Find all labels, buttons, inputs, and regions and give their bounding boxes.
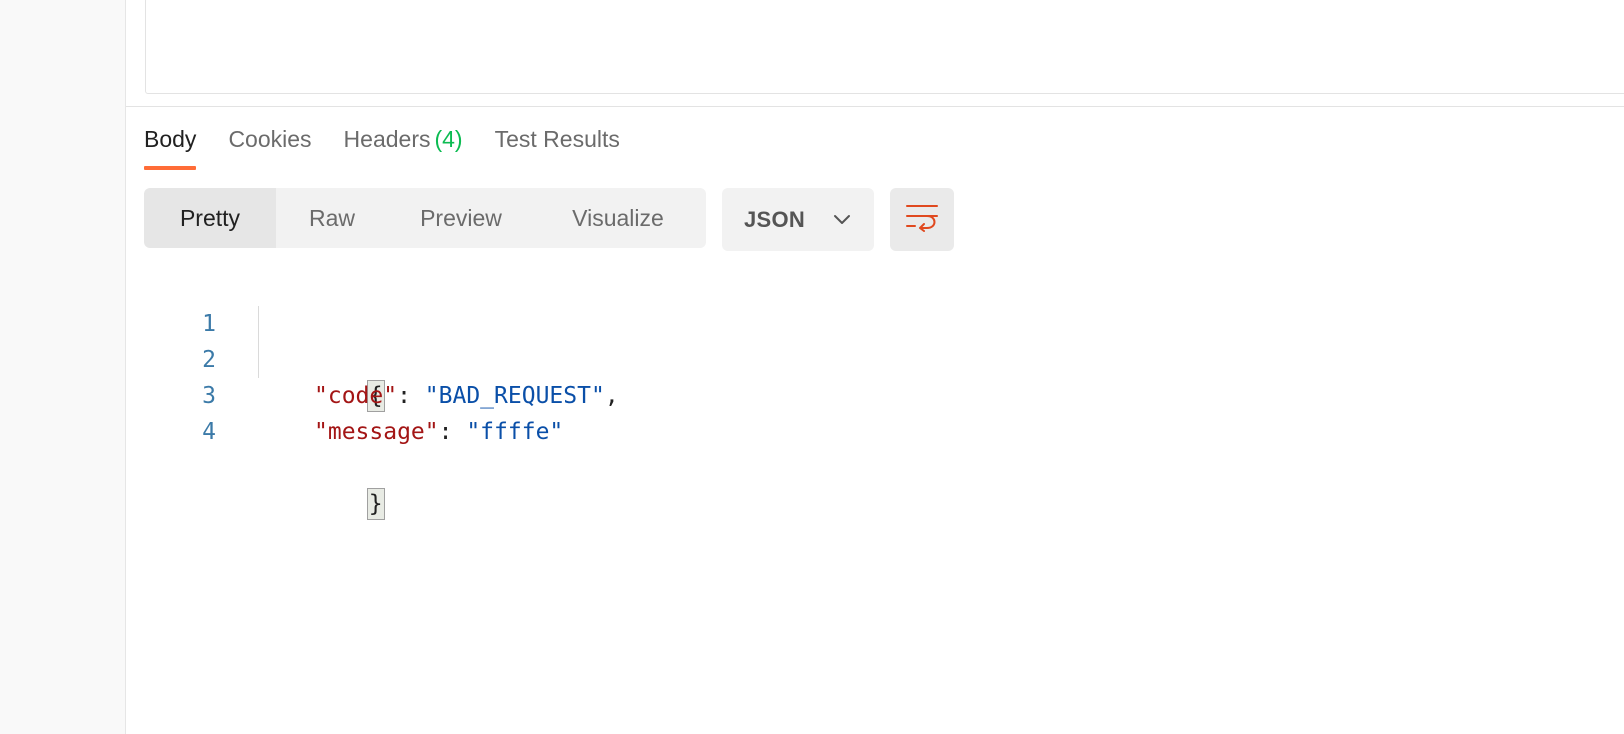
view-mode-segmented-control: Pretty Raw Preview Visualize — [144, 188, 706, 248]
wrap-lines-icon — [905, 202, 939, 237]
headers-count-badge: (4) — [434, 126, 463, 152]
response-tabs: Body Cookies Headers (4) Test Results — [144, 122, 652, 172]
code-content: "message": "ffffe" — [314, 414, 563, 450]
request-body-editor[interactable] — [145, 0, 1624, 94]
tab-cookies-label: Cookies — [228, 126, 312, 152]
format-dropdown[interactable]: JSON — [722, 188, 874, 251]
view-visualize-label: Visualize — [572, 204, 664, 231]
tab-cookies[interactable]: Cookies — [228, 122, 311, 168]
view-pretty-label: Pretty — [179, 204, 241, 231]
json-key: "message" — [314, 419, 439, 445]
view-visualize-button[interactable]: Visualize — [534, 188, 702, 248]
json-value: "ffffe" — [466, 419, 564, 445]
tab-test-results[interactable]: Test Results — [495, 122, 620, 168]
tab-body[interactable]: Body — [144, 122, 197, 170]
code-line: 2 "code": "BAD_REQUEST", — [144, 306, 1624, 409]
view-preview-label: Preview — [420, 204, 502, 231]
code-line: 1 { — [144, 270, 1624, 412]
tab-test-results-label: Test Results — [494, 126, 620, 152]
tab-headers-label: Headers — [343, 126, 431, 152]
code-line: 3 "message": "ffffe" — [144, 342, 1624, 445]
json-separator: : — [438, 419, 467, 445]
view-pretty-button[interactable]: Pretty — [144, 188, 276, 248]
code-line: 4 } — [144, 378, 1624, 520]
tab-body-label: Body — [144, 126, 197, 152]
view-raw-button[interactable]: Raw — [276, 188, 388, 248]
close-brace: } — [366, 488, 385, 520]
line-number: 4 — [202, 419, 216, 445]
pane-divider[interactable] — [126, 106, 1624, 107]
tab-headers[interactable]: Headers (4) — [344, 122, 463, 168]
code-content: } — [256, 450, 385, 558]
chevron-down-icon — [832, 210, 852, 230]
app-window: Body Cookies Headers (4) Test Results Pre… — [0, 0, 1624, 734]
left-sidebar — [0, 0, 126, 734]
view-preview-button[interactable]: Preview — [388, 188, 534, 248]
view-raw-label: Raw — [308, 204, 355, 231]
format-dropdown-value: JSON — [744, 206, 806, 232]
wrap-lines-button[interactable] — [890, 188, 954, 251]
response-body-code-editor[interactable]: 1 { 2 "code": "BAD_REQUEST", 3 "message"… — [144, 270, 1624, 520]
